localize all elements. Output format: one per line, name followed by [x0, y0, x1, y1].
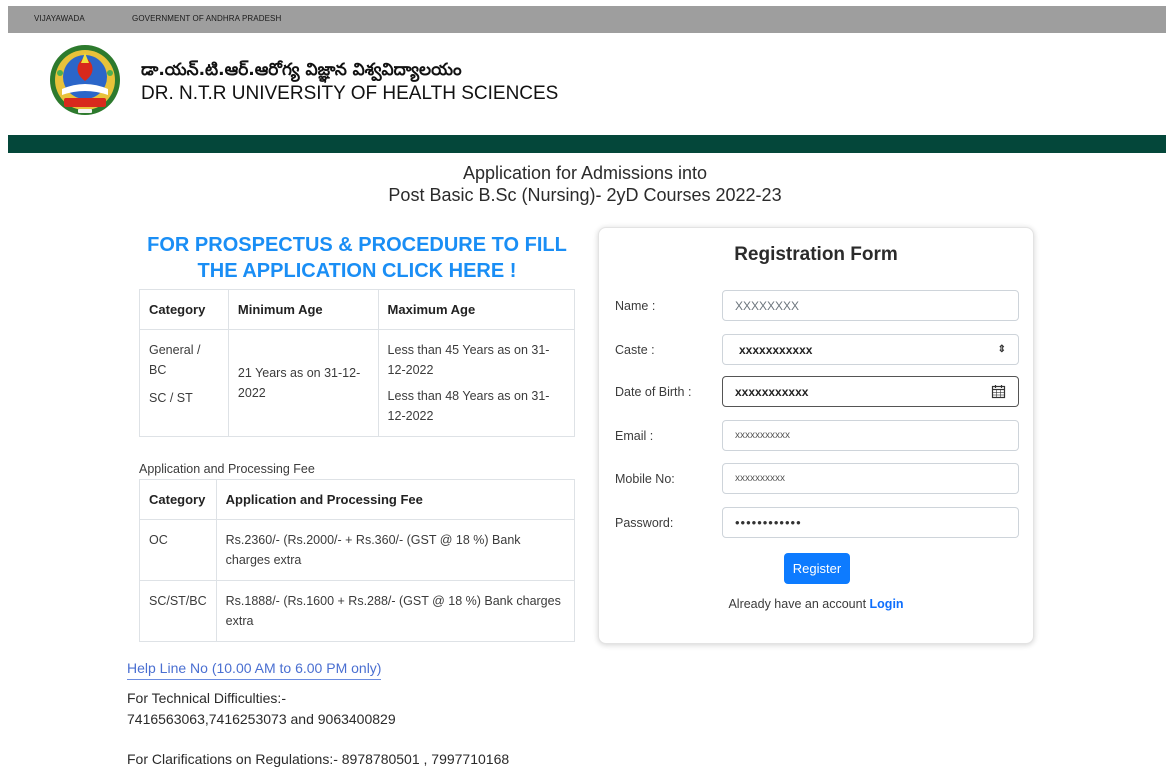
registration-form-title: Registration Form	[734, 244, 898, 265]
email-input-value: xxxxxxxxxxx	[735, 430, 790, 441]
university-emblem-icon	[48, 43, 122, 117]
application-title-line1: Application for Admissions into	[462, 163, 708, 183]
caste-label: Caste :	[615, 343, 655, 357]
helpline-link[interactable]: Help Line No (10.00 AM to 6.00 PM only)	[127, 660, 382, 680]
table-row: OC Rs.2360/- (Rs.2000/- + Rs.360/- (GST …	[139, 519, 576, 581]
name-input-value: XXXXXXXX	[735, 298, 800, 313]
table-header-row: Category Application and Processing Fee	[139, 479, 576, 520]
category-sc-st: SC / ST	[149, 391, 193, 405]
mobile-label: Mobile No:	[615, 472, 675, 486]
mobile-input-value: xxxxxxxxxx	[735, 473, 785, 484]
table-header-max-age: Maximum Age	[377, 289, 576, 330]
max-age-general: Less than 45 Years as on 31-12-2022	[387, 343, 550, 377]
table-header-category: Category	[139, 289, 229, 330]
caste-select-value: xxxxxxxxxxx	[739, 342, 813, 357]
top-link-vijayawada[interactable]: VIJAYAWADA	[34, 14, 85, 23]
clarifications-contact: For Clarifications on Regulations:- 8978…	[127, 751, 510, 767]
email-label: Email :	[615, 429, 654, 443]
caste-select[interactable]: xxxxxxxxxxx ⇕	[722, 334, 1019, 365]
table-row: General / BC SC / ST 21 Years as on 31-1…	[139, 329, 576, 437]
table-header-row: Category Minimum Age Maximum Age	[139, 289, 576, 330]
fee-amount-cell: Rs.2360/- (Rs.2000/- + Rs.360/- (GST @ 1…	[215, 519, 576, 581]
fee-category-cell: OC	[139, 519, 217, 581]
mobile-input[interactable]: xxxxxxxxxx	[722, 463, 1019, 494]
top-link-government[interactable]: GOVERNMENT OF ANDHRA PRADESH	[132, 14, 281, 23]
category-general-bc: General / BC	[149, 343, 201, 377]
fee-amount-cell: Rs.1888/- (Rs.1600 + Rs.288/- (GST @ 18 …	[215, 580, 576, 642]
password-label: Password:	[615, 516, 674, 530]
header-band	[8, 135, 1166, 153]
application-title-line2: Post Basic B.Sc (Nursing)- 2yD Courses 2…	[388, 185, 782, 205]
register-button[interactable]: Register	[784, 553, 850, 584]
table-header-fee: Application and Processing Fee	[215, 479, 576, 520]
top-bar: VIJAYAWADA GOVERNMENT OF ANDHRA PRADESH	[8, 6, 1166, 33]
password-input-value: ••••••••••••	[735, 515, 802, 530]
already-account-label: Already have an account	[728, 597, 870, 611]
registration-form-card: Registration Form Name : XXXXXXXX Caste …	[598, 227, 1034, 644]
category-cell: General / BC SC / ST	[139, 329, 229, 437]
calendar-icon[interactable]	[990, 384, 1006, 400]
prospectus-link[interactable]: FOR PROSPECTUS & PROCEDURE TO FILL THE A…	[130, 232, 584, 284]
email-input[interactable]: xxxxxxxxxxx	[722, 420, 1019, 451]
name-label: Name :	[615, 299, 656, 313]
table-header-category: Category	[139, 479, 217, 520]
fee-caption: Application and Processing Fee	[139, 462, 315, 476]
up-down-caret-icon: ⇕	[997, 344, 1006, 355]
prospectus-link-line2[interactable]: THE APPLICATION CLICK HERE !	[130, 258, 584, 284]
fee-table: Category Application and Processing Fee …	[139, 479, 576, 642]
age-eligibility-table: Category Minimum Age Maximum Age General…	[139, 289, 576, 437]
min-age-cell: 21 Years as on 31-12-2022	[227, 329, 379, 437]
application-title: Application for Admissions into Post Bas…	[290, 162, 880, 206]
table-row: SC/ST/BC Rs.1888/- (Rs.1600 + Rs.288/- (…	[139, 580, 576, 642]
prospectus-link-line1[interactable]: FOR PROSPECTUS & PROCEDURE TO FILL	[130, 232, 584, 258]
table-header-min-age: Minimum Age	[227, 289, 379, 330]
dob-input[interactable]: xxxxxxxxxxx	[722, 376, 1019, 407]
fee-category-cell: SC/ST/BC	[139, 580, 217, 642]
dob-label: Date of Birth :	[615, 385, 692, 399]
university-name-english: DR. N.T.R UNIVERSITY OF HEALTH SCIENCES	[141, 83, 559, 104]
dob-input-value: xxxxxxxxxxx	[735, 384, 809, 399]
technical-difficulties-numbers: 7416563063,7416253073 and 9063400829	[127, 711, 396, 727]
max-age-sc-st: Less than 48 Years as on 31-12-2022	[387, 389, 550, 423]
name-input[interactable]: XXXXXXXX	[722, 290, 1019, 321]
max-age-cell: Less than 45 Years as on 31-12-2022 Less…	[377, 329, 576, 437]
password-input[interactable]: ••••••••••••	[722, 507, 1019, 538]
university-name-telugu: డా.యన్.టి.ఆర్.ఆరోగ్య విజ్ఞాన విశ్వవిద్యా…	[141, 60, 462, 80]
technical-difficulties-label: For Technical Difficulties:-	[127, 690, 286, 706]
already-account-text: Already have an account Login	[599, 597, 1033, 611]
login-link[interactable]: Login	[870, 597, 904, 611]
